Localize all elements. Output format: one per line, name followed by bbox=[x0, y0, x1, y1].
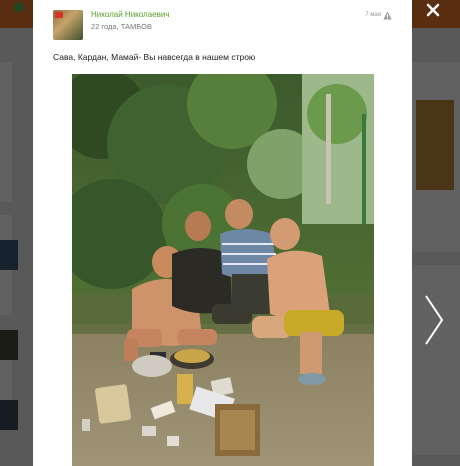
author-name-link[interactable]: Николай Николаевич bbox=[91, 10, 169, 19]
author-meta: 22 года, ТАМБОВ bbox=[91, 22, 152, 31]
close-icon[interactable] bbox=[422, 0, 446, 24]
post-text: Сава, Кардан, Мамай- Вы навсегда в нашем… bbox=[53, 52, 256, 62]
photo-modal: Николай Николаевич 22 года, ТАМБОВ 7 мая… bbox=[33, 0, 412, 466]
post-time: 7 мая bbox=[365, 12, 381, 18]
avatar-flag-detail bbox=[55, 12, 63, 18]
chevron-right-icon[interactable] bbox=[422, 293, 446, 347]
photo-illustration bbox=[72, 74, 374, 466]
post-photo[interactable] bbox=[72, 74, 374, 466]
warning-icon[interactable] bbox=[383, 11, 392, 20]
author-avatar[interactable] bbox=[53, 10, 83, 40]
